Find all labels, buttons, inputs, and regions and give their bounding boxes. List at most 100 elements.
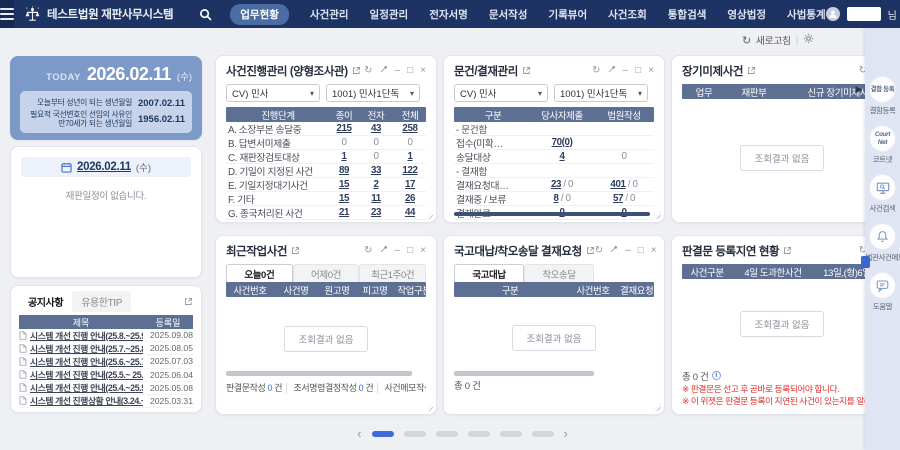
user-avatar[interactable] <box>826 7 840 21</box>
paper-count-link[interactable]: 15 <box>328 179 360 190</box>
pin-icon[interactable] <box>610 245 618 256</box>
minimize-icon[interactable]: – <box>625 246 631 256</box>
resize-handle[interactable] <box>653 211 661 219</box>
close-icon[interactable]: × <box>651 246 657 256</box>
total-count-link[interactable]: 44 <box>392 207 428 218</box>
external-link-icon[interactable] <box>352 66 361 75</box>
total-count-link[interactable]: 258 <box>392 123 428 134</box>
court-created-cell[interactable]: 57 / 0 <box>594 193 654 204</box>
sidebar-item-help[interactable]: 도움말 <box>865 272 900 312</box>
court-created-cell[interactable]: 0 <box>594 151 654 162</box>
notice-title-link[interactable]: 시스템 개선 진행상황 안내(3.24.~… <box>30 394 143 407</box>
schedule-date-picker[interactable]: 2026.02.11 (수) <box>21 157 191 177</box>
party-submitted-cell[interactable]: 8 / 0 <box>530 193 594 204</box>
page-dot[interactable] <box>500 431 522 437</box>
total-count-link[interactable]: 17 <box>392 179 428 190</box>
tab[interactable]: 착오송달 <box>524 264 594 282</box>
party-submitted-cell[interactable]: 70(0) <box>530 137 594 148</box>
tab-notices[interactable]: 공지사항 <box>19 291 72 312</box>
electronic-count-link[interactable]: 0 <box>360 151 392 162</box>
widget-settings-gear-icon[interactable] <box>803 33 814 47</box>
external-link-icon[interactable] <box>586 246 595 255</box>
refresh-icon[interactable]: ↻ <box>364 246 372 256</box>
refresh-icon[interactable]: ↻ <box>592 66 600 76</box>
electronic-count-link[interactable]: 2 <box>360 179 392 190</box>
maximize-icon[interactable]: □ <box>407 66 413 76</box>
electronic-count-link[interactable]: 33 <box>360 165 392 176</box>
paper-count-link[interactable]: 1 <box>328 151 360 162</box>
tab-tips[interactable]: 유용한TIP <box>72 291 131 312</box>
court-created-cell[interactable]: 401 / 0 <box>594 179 654 190</box>
external-link-icon[interactable] <box>184 297 193 306</box>
horizontal-scrollbar[interactable] <box>226 371 412 376</box>
paper-count-link[interactable]: 215 <box>328 123 360 134</box>
nav-item[interactable]: 전자서명 <box>429 7 468 22</box>
electronic-count-link[interactable]: 0 <box>360 137 392 148</box>
notice-title-link[interactable]: 시스템 개선 진행 안내(25.5.~ 25.6.) <box>30 368 143 381</box>
party-submitted-cell[interactable]: 23 / 0 <box>530 179 594 190</box>
minimize-icon[interactable]: – <box>395 66 401 76</box>
paper-count-link[interactable]: 15 <box>328 193 360 204</box>
total-count-link[interactable]: 122 <box>392 165 428 176</box>
refresh-icon[interactable]: ↻ <box>364 66 372 76</box>
electronic-count-link[interactable]: 23 <box>360 207 392 218</box>
search-icon[interactable] <box>199 8 212 21</box>
nav-item[interactable]: 문서작성 <box>489 7 528 22</box>
tab[interactable]: 최근1주0건 <box>359 264 426 282</box>
nav-item[interactable]: 사건조회 <box>608 7 647 22</box>
nav-item[interactable]: 영상법정 <box>727 7 766 22</box>
sidebar-item-defect-report[interactable]: 결함 등록 결함등록 <box>865 76 900 116</box>
refresh-icon[interactable]: ↻ <box>595 246 603 256</box>
paper-count-link[interactable]: 0 <box>328 137 360 148</box>
notification-badge[interactable] <box>861 256 870 268</box>
resize-handle[interactable] <box>425 403 433 411</box>
nav-item[interactable]: 통합검색 <box>668 7 707 22</box>
party-submitted-cell[interactable]: 4 <box>530 151 594 162</box>
horizontal-scrollbar[interactable] <box>454 212 650 216</box>
nav-item[interactable]: 기록뷰어 <box>548 7 587 22</box>
court-division-select[interactable]: 1001) 민사1단독▾ <box>326 84 420 102</box>
court-division-select[interactable]: 1001) 민사1단독▾ <box>554 84 648 102</box>
notice-title-link[interactable]: 시스템 개선 진행 안내(25.7.~25.8.) <box>30 342 143 355</box>
electronic-count-link[interactable]: 43 <box>360 123 392 134</box>
pin-icon[interactable] <box>380 65 388 76</box>
electronic-count-link[interactable]: 11 <box>360 193 392 204</box>
notice-title-link[interactable]: 시스템 개선 진행 안내(25.8.~25.9.) <box>30 329 143 342</box>
paper-count-link[interactable]: 89 <box>328 165 360 176</box>
horizontal-scrollbar[interactable] <box>454 371 594 376</box>
info-icon[interactable]: i <box>712 371 721 380</box>
paper-count-link[interactable]: 21 <box>328 207 360 218</box>
tab[interactable]: 어제0건 <box>293 264 360 282</box>
external-link-icon[interactable] <box>291 246 300 255</box>
nav-item[interactable]: 업무현황 <box>230 4 289 25</box>
external-link-icon[interactable] <box>522 66 531 75</box>
external-link-icon[interactable] <box>783 246 792 255</box>
case-type-select[interactable]: CV) 민사▾ <box>226 84 320 102</box>
close-icon[interactable]: × <box>648 66 654 76</box>
page-dot[interactable] <box>404 431 426 437</box>
maximize-icon[interactable]: □ <box>635 66 641 76</box>
page-dot[interactable] <box>532 431 554 437</box>
minimize-icon[interactable]: – <box>395 246 401 256</box>
total-count-link[interactable]: 26 <box>392 193 428 204</box>
page-dot[interactable] <box>436 431 458 437</box>
nav-item[interactable]: 일정관리 <box>370 7 409 22</box>
minimize-icon[interactable]: – <box>623 66 629 76</box>
close-icon[interactable]: × <box>420 246 426 256</box>
maximize-icon[interactable]: □ <box>638 246 644 256</box>
resize-handle[interactable] <box>653 403 661 411</box>
close-icon[interactable]: × <box>420 66 426 76</box>
page-dot[interactable] <box>468 431 490 437</box>
page-dot[interactable] <box>372 431 394 437</box>
tab[interactable]: 국고대납 <box>454 264 524 282</box>
expand-columns-button[interactable]: ▶ <box>853 78 865 100</box>
sidebar-item-courtnet[interactable]: Court Net 코트넷 <box>865 125 900 165</box>
chevron-left-icon[interactable]: ‹ <box>357 427 361 440</box>
nav-item[interactable]: 사건관리 <box>310 7 349 22</box>
maximize-icon[interactable]: □ <box>407 246 413 256</box>
notice-title-link[interactable]: 시스템 개선 진행 안내(25.4.~25.5.) <box>30 381 143 394</box>
notice-title-link[interactable]: 시스템 개선 진행 안내(25.6.~25.7.) <box>30 355 143 368</box>
chevron-right-icon[interactable]: › <box>564 427 568 440</box>
widget-refresh-bar[interactable]: ↻ 새로고침 | <box>742 33 814 47</box>
pin-icon[interactable] <box>608 65 616 76</box>
